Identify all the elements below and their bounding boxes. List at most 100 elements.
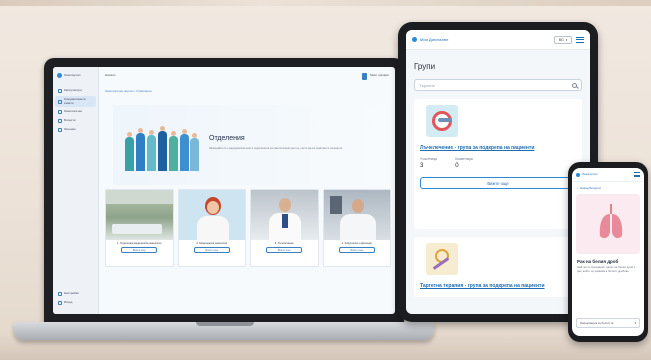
profile-link[interactable]: Моят профил	[370, 74, 389, 78]
doctor-photo	[178, 190, 245, 240]
sidebar-item-label: Изход	[64, 300, 73, 305]
sidebar-item-label: Лечение	[64, 127, 76, 132]
menu-icon[interactable]	[634, 172, 640, 177]
sidebar-item-treatment[interactable]: Лечение	[55, 126, 96, 134]
sidebar-item-calculators[interactable]: Калкулатори	[55, 87, 96, 95]
page-title: Групи	[414, 62, 436, 71]
calculator-icon	[58, 89, 62, 93]
chevron-down-icon: ▾	[565, 37, 568, 42]
sidebar-item-diseases[interactable]: Болести	[55, 117, 96, 125]
tablet-header-controls: BG ▾	[554, 35, 584, 44]
laptop-sidebar: Онкопортал Калкулатори Специализанти съв…	[53, 67, 99, 314]
search-icon[interactable]	[572, 82, 577, 88]
gear-icon	[58, 292, 62, 296]
language-value: BG	[558, 37, 564, 42]
disease-illustration	[576, 194, 640, 254]
view-more-button[interactable]: Вижте още	[121, 247, 158, 253]
phone: Онкопортал ‹ Назад Болести Рак на белия …	[568, 162, 648, 342]
laptop-opening-notch	[196, 322, 254, 326]
logo-text: Моя Дигитален	[420, 37, 449, 42]
phone-logo[interactable]: Онкопортал	[576, 171, 598, 177]
sidebar-item-label: Болести	[64, 118, 76, 123]
sidebar-item-oncology[interactable]: Онкологичен	[55, 108, 96, 116]
background-top-edge	[0, 0, 651, 6]
sidebar-item-label: Калкулатори	[64, 88, 82, 93]
sidebar-bottom: Настройки Изход	[53, 289, 98, 308]
tablet-logo[interactable]: Моя Дигитален	[412, 37, 448, 42]
back-label: Назад Болести	[580, 186, 601, 190]
doctor-photo	[251, 190, 318, 240]
view-more-button[interactable]: Вижте още	[338, 247, 375, 253]
view-more-button[interactable]: Вижте още	[193, 247, 230, 253]
oncology-icon	[58, 110, 62, 115]
stat-value: 3	[420, 163, 424, 169]
department-photo	[106, 190, 173, 240]
group-stat-comments: Коментари 0	[455, 157, 473, 169]
doctor-figure	[169, 131, 178, 171]
advice-icon	[58, 99, 62, 104]
breadcrumb[interactable]: Онкологичен портал › Отделения	[105, 89, 152, 93]
sidebar-item-label: Настройки	[64, 291, 79, 296]
department-card[interactable]: 4. Хирургично отделение Вижте още	[322, 189, 391, 267]
info-select-value: Информация за болестта	[580, 321, 614, 325]
view-more-button[interactable]: Вижте още	[420, 177, 576, 189]
back-link[interactable]: ‹ Назад Болести	[577, 186, 644, 190]
department-caption: 3. Лъчелечение	[274, 242, 294, 245]
department-card[interactable]: 3. Лъчелечение Вижте още	[250, 189, 319, 267]
group-card[interactable]: Лъчелечение - група за подкрепа на пацие…	[414, 99, 582, 229]
laptop: Онкопортал Калкулатори Специализанти съв…	[44, 58, 404, 326]
chevron-down-icon: ▾	[634, 321, 636, 325]
laptop-screen: Онкопортал Калкулатори Специализанти съв…	[53, 67, 395, 314]
doctor-figure	[158, 126, 167, 171]
department-caption: 2. Медицинска онкология	[196, 242, 228, 245]
info-select[interactable]: Информация за болестта ▾	[576, 318, 640, 328]
view-more-button[interactable]: Вижте още	[266, 247, 303, 253]
phone-header: Онкопортал	[572, 168, 644, 182]
doctor-figure	[147, 130, 156, 171]
sidebar-item-logout[interactable]: Изход	[55, 299, 96, 307]
search-placeholder: Търсене	[419, 82, 435, 88]
department-caption: 4. Хирургично отделение	[341, 242, 372, 245]
sidebar-item-label: Онкологичен	[64, 109, 83, 114]
laptop-base	[14, 322, 434, 340]
topbar-home-link[interactable]: Начало	[105, 74, 115, 78]
doctor-figure	[125, 132, 134, 171]
group-stat-members: Участници 3	[420, 157, 437, 169]
tablet-header: Моя Дигитален BG ▾	[406, 30, 590, 50]
laptop-logo[interactable]: Онкопортал	[53, 67, 98, 86]
treatment-icon	[58, 128, 62, 133]
search-input[interactable]: Търсене	[414, 79, 582, 91]
stat-label: Коментари	[455, 157, 473, 161]
department-card[interactable]: 2. Медицинска онкология Вижте още	[177, 189, 246, 267]
group-title-link[interactable]: Таргетна терапия - група за подкрепа на …	[420, 283, 576, 289]
group-title-link[interactable]: Лъчелечение - група за подкрепа на пацие…	[420, 145, 576, 151]
department-card[interactable]: 1. Отделение медицинска онкология Вижте …	[105, 189, 174, 267]
logo-icon	[576, 172, 580, 177]
targeted-therapy-illustration	[426, 243, 458, 275]
department-cards: 1. Отделение медицинска онкология Вижте …	[105, 189, 391, 267]
medical-team-illustration	[123, 111, 199, 171]
laptop-topbar: Начало Моят профил	[99, 67, 395, 85]
sidebar-item-advice[interactable]: Специализанти съвети	[55, 96, 96, 108]
chevron-left-icon: ‹	[577, 186, 578, 190]
stat-value: 0	[455, 163, 459, 169]
departments-banner: Отделения Запознайте се с медицинския ек…	[113, 105, 385, 185]
group-card[interactable]: Таргетна терапия - група за подкрепа на …	[414, 237, 582, 297]
logout-icon	[58, 301, 62, 305]
menu-icon[interactable]	[576, 36, 584, 43]
page-title: Отделения	[209, 135, 245, 142]
language-select[interactable]: BG ▾	[554, 35, 572, 44]
logo-text: Онкопортал	[64, 72, 81, 77]
group-stats: Участници 3 Коментари 0	[420, 157, 576, 169]
sidebar-item-label: Специализанти съвети	[63, 97, 86, 105]
phone-screen: Онкопортал ‹ Назад Болести Рак на белия …	[572, 168, 644, 336]
doctor-figure	[190, 133, 199, 171]
disease-title: Рак на белия дроб	[577, 259, 619, 264]
doctor-photo	[323, 190, 390, 240]
diseases-icon	[58, 119, 62, 124]
logo-icon	[57, 73, 62, 78]
stat-label: Участници	[420, 157, 438, 161]
logo-text: Онкопортал	[582, 171, 598, 176]
sidebar-item-settings[interactable]: Настройки	[55, 290, 96, 298]
department-caption: 1. Отделение медицинска онкология	[117, 242, 162, 245]
